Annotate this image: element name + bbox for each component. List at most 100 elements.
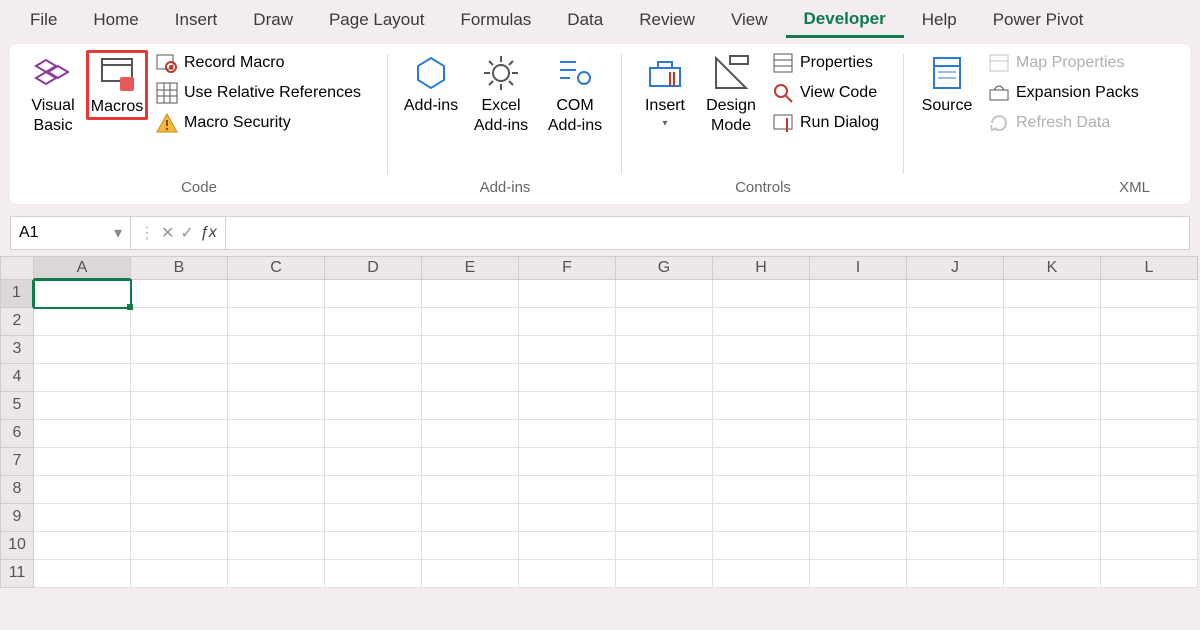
cell[interactable] — [810, 392, 907, 420]
cell[interactable] — [422, 280, 519, 308]
cell[interactable] — [1101, 336, 1198, 364]
tab-draw[interactable]: Draw — [235, 4, 311, 36]
view-code-button[interactable]: View Code — [768, 80, 894, 106]
cell[interactable] — [1004, 280, 1101, 308]
cell[interactable] — [810, 308, 907, 336]
cell[interactable] — [713, 308, 810, 336]
cell[interactable] — [1004, 392, 1101, 420]
cell[interactable] — [713, 392, 810, 420]
cell[interactable] — [228, 420, 325, 448]
cell[interactable] — [34, 392, 131, 420]
cell[interactable] — [1004, 476, 1101, 504]
cell[interactable] — [34, 448, 131, 476]
tab-help[interactable]: Help — [904, 4, 975, 36]
cell[interactable] — [325, 308, 422, 336]
cell[interactable] — [713, 336, 810, 364]
cell[interactable] — [810, 280, 907, 308]
cell[interactable] — [325, 560, 422, 588]
cell[interactable] — [616, 448, 713, 476]
cell[interactable] — [907, 476, 1004, 504]
cell[interactable] — [713, 532, 810, 560]
cell[interactable] — [907, 560, 1004, 588]
cell[interactable] — [616, 336, 713, 364]
cell[interactable] — [810, 364, 907, 392]
cell[interactable] — [422, 476, 519, 504]
cell[interactable] — [810, 532, 907, 560]
cell[interactable] — [228, 336, 325, 364]
cell[interactable] — [616, 420, 713, 448]
cell[interactable] — [907, 532, 1004, 560]
cell[interactable] — [810, 420, 907, 448]
cell[interactable] — [131, 364, 228, 392]
cell[interactable] — [616, 532, 713, 560]
cell[interactable] — [422, 364, 519, 392]
use-relative-button[interactable]: Use Relative References — [152, 80, 378, 106]
cell[interactable] — [907, 392, 1004, 420]
cell[interactable] — [325, 448, 422, 476]
cell[interactable] — [1004, 560, 1101, 588]
cell[interactable] — [519, 476, 616, 504]
cell[interactable] — [131, 560, 228, 588]
tab-power-pivot[interactable]: Power Pivot — [975, 4, 1102, 36]
cell[interactable] — [907, 280, 1004, 308]
cell[interactable] — [325, 280, 422, 308]
cell[interactable] — [325, 392, 422, 420]
tab-view[interactable]: View — [713, 4, 786, 36]
cell[interactable] — [1101, 420, 1198, 448]
cell[interactable] — [131, 336, 228, 364]
cell[interactable] — [1101, 504, 1198, 532]
record-macro-button[interactable]: Record Macro — [152, 50, 378, 76]
cell[interactable] — [131, 308, 228, 336]
cell[interactable] — [34, 280, 131, 308]
cell[interactable] — [325, 476, 422, 504]
cell[interactable] — [907, 420, 1004, 448]
cell[interactable] — [519, 336, 616, 364]
macros-button[interactable]: Macros — [86, 50, 148, 120]
cell[interactable] — [1004, 532, 1101, 560]
cell[interactable] — [713, 560, 810, 588]
cell[interactable] — [810, 504, 907, 532]
row-header[interactable]: 8 — [0, 476, 34, 504]
tab-home[interactable]: Home — [75, 4, 156, 36]
addins-button[interactable]: Add-ins — [398, 50, 464, 118]
tab-formulas[interactable]: Formulas — [442, 4, 549, 36]
tab-developer[interactable]: Developer — [786, 3, 904, 38]
cell[interactable] — [1101, 392, 1198, 420]
cell[interactable] — [1004, 420, 1101, 448]
cell[interactable] — [1101, 280, 1198, 308]
chevron-down-icon[interactable]: ▾ — [114, 223, 122, 243]
cell[interactable] — [1101, 560, 1198, 588]
cell[interactable] — [228, 392, 325, 420]
cell[interactable] — [907, 448, 1004, 476]
cell[interactable] — [519, 308, 616, 336]
cell[interactable] — [713, 420, 810, 448]
cell[interactable] — [131, 532, 228, 560]
tab-data[interactable]: Data — [549, 4, 621, 36]
cell[interactable] — [325, 336, 422, 364]
cell[interactable] — [907, 364, 1004, 392]
fx-icon[interactable]: ƒx — [200, 224, 217, 242]
cell[interactable] — [422, 448, 519, 476]
cell[interactable] — [131, 504, 228, 532]
macro-security-button[interactable]: Macro Security — [152, 110, 378, 136]
column-header[interactable]: B — [131, 256, 228, 280]
cell[interactable] — [34, 364, 131, 392]
cell[interactable] — [616, 308, 713, 336]
expansion-packs-button[interactable]: Expansion Packs — [984, 80, 1150, 106]
cell[interactable] — [616, 560, 713, 588]
cell[interactable] — [422, 504, 519, 532]
cell[interactable] — [228, 504, 325, 532]
cell[interactable] — [519, 504, 616, 532]
cell[interactable] — [519, 280, 616, 308]
cell[interactable] — [1101, 364, 1198, 392]
cell[interactable] — [422, 336, 519, 364]
properties-button[interactable]: Properties — [768, 50, 894, 76]
source-button[interactable]: Source — [914, 50, 980, 118]
column-header[interactable]: G — [616, 256, 713, 280]
row-header[interactable]: 7 — [0, 448, 34, 476]
cell[interactable] — [34, 308, 131, 336]
column-header[interactable]: I — [810, 256, 907, 280]
row-header[interactable]: 4 — [0, 364, 34, 392]
cell[interactable] — [1101, 308, 1198, 336]
cell[interactable] — [228, 280, 325, 308]
